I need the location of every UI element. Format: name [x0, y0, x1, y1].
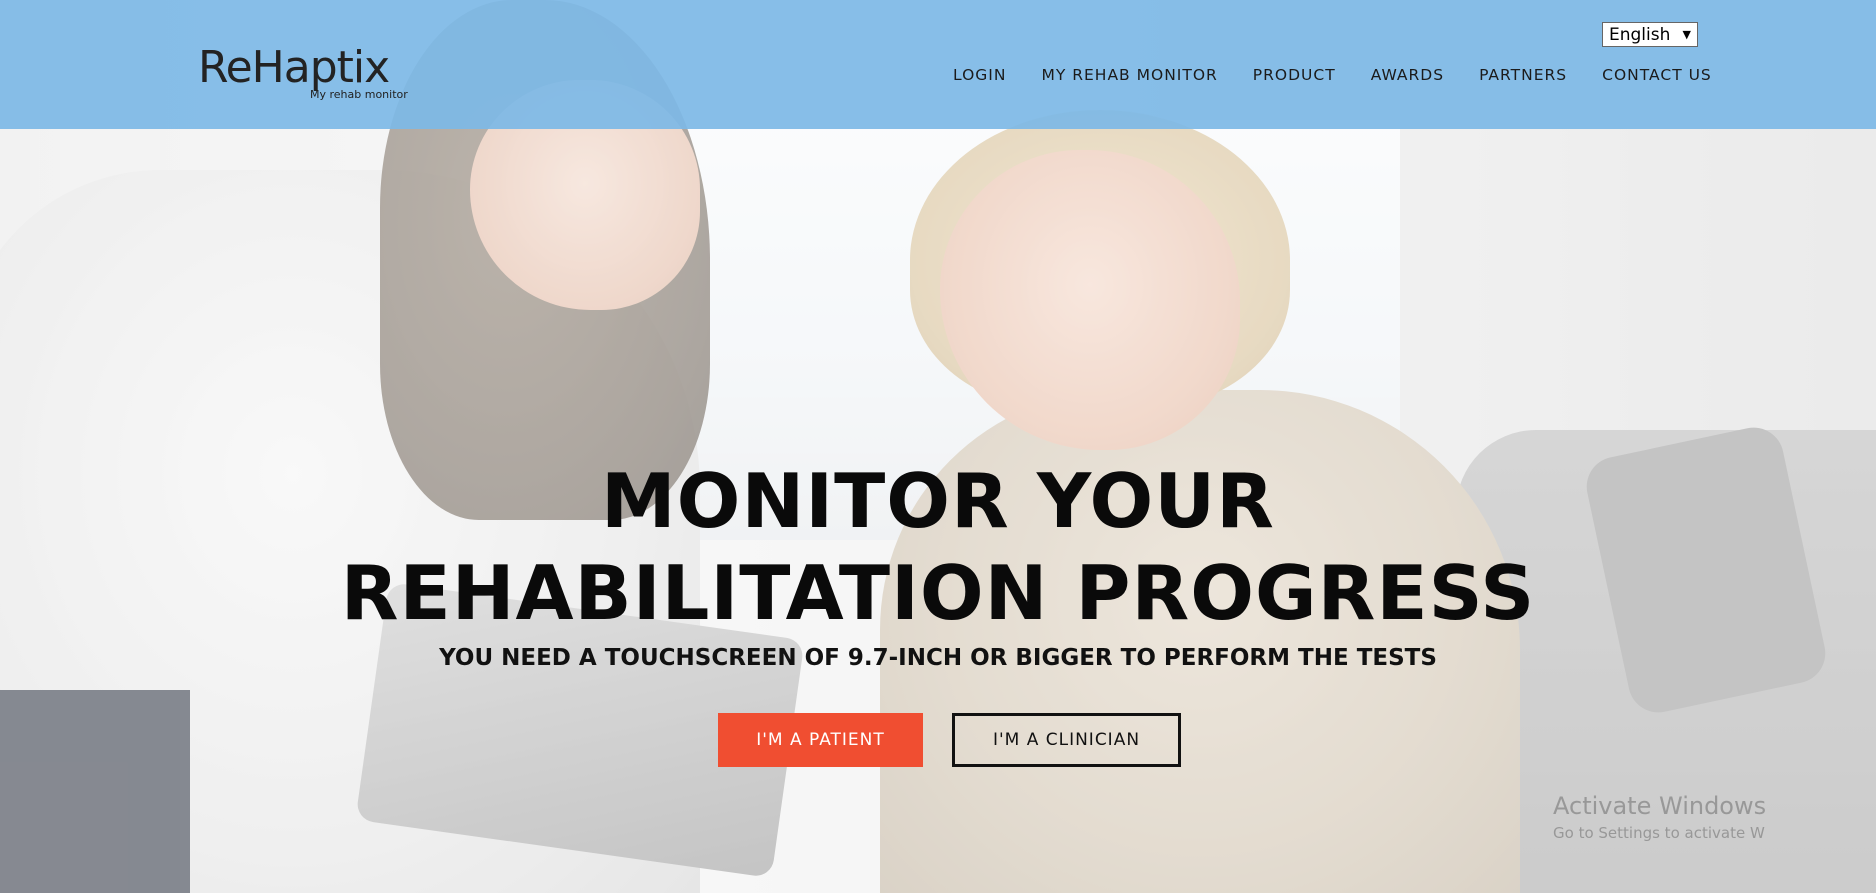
page: ReHaptix My rehab monitor English ▼ LOGI… — [0, 0, 1876, 893]
site-header: ReHaptix My rehab monitor English ▼ LOGI… — [0, 0, 1876, 129]
nav-awards[interactable]: AWARDS — [1371, 66, 1444, 84]
main-nav: LOGIN MY REHAB MONITOR PRODUCT AWARDS PA… — [953, 66, 1712, 84]
language-select[interactable]: English ▼ — [1602, 22, 1698, 47]
nav-product[interactable]: PRODUCT — [1253, 66, 1336, 84]
watermark-subtitle: Go to Settings to activate W — [1553, 824, 1765, 842]
nav-contact-us[interactable]: CONTACT US — [1602, 66, 1712, 84]
hero-title: MONITOR YOUR REHABILITATION PROGRESS — [0, 455, 1876, 639]
activate-windows-watermark: Activate Windows Go to Settings to activ… — [1553, 792, 1766, 842]
dropdown-arrow-icon: ▼ — [1682, 28, 1691, 41]
language-select-value: English — [1609, 24, 1671, 45]
hero-title-line1: MONITOR YOUR — [601, 457, 1275, 545]
nav-login[interactable]: LOGIN — [953, 66, 1006, 84]
hero-title-line2: REHABILITATION PROGRESS — [340, 549, 1536, 637]
clinician-button[interactable]: I'M A CLINICIAN — [952, 713, 1181, 767]
patient-button[interactable]: I'M A PATIENT — [718, 713, 923, 767]
logo-tagline: My rehab monitor — [310, 88, 408, 101]
watermark-title: Activate Windows — [1553, 792, 1767, 820]
nav-my-rehab-monitor[interactable]: MY REHAB MONITOR — [1041, 66, 1217, 84]
site-logo[interactable]: ReHaptix My rehab monitor — [198, 42, 408, 102]
hero-overlay — [0, 0, 1876, 893]
hero-subtitle: YOU NEED A TOUCHSCREEN OF 9.7-INCH OR BI… — [439, 645, 1437, 671]
logo-wordmark: ReHaptix — [198, 42, 390, 93]
nav-partners[interactable]: PARTNERS — [1479, 66, 1567, 84]
hero-background-photo — [0, 0, 1876, 893]
